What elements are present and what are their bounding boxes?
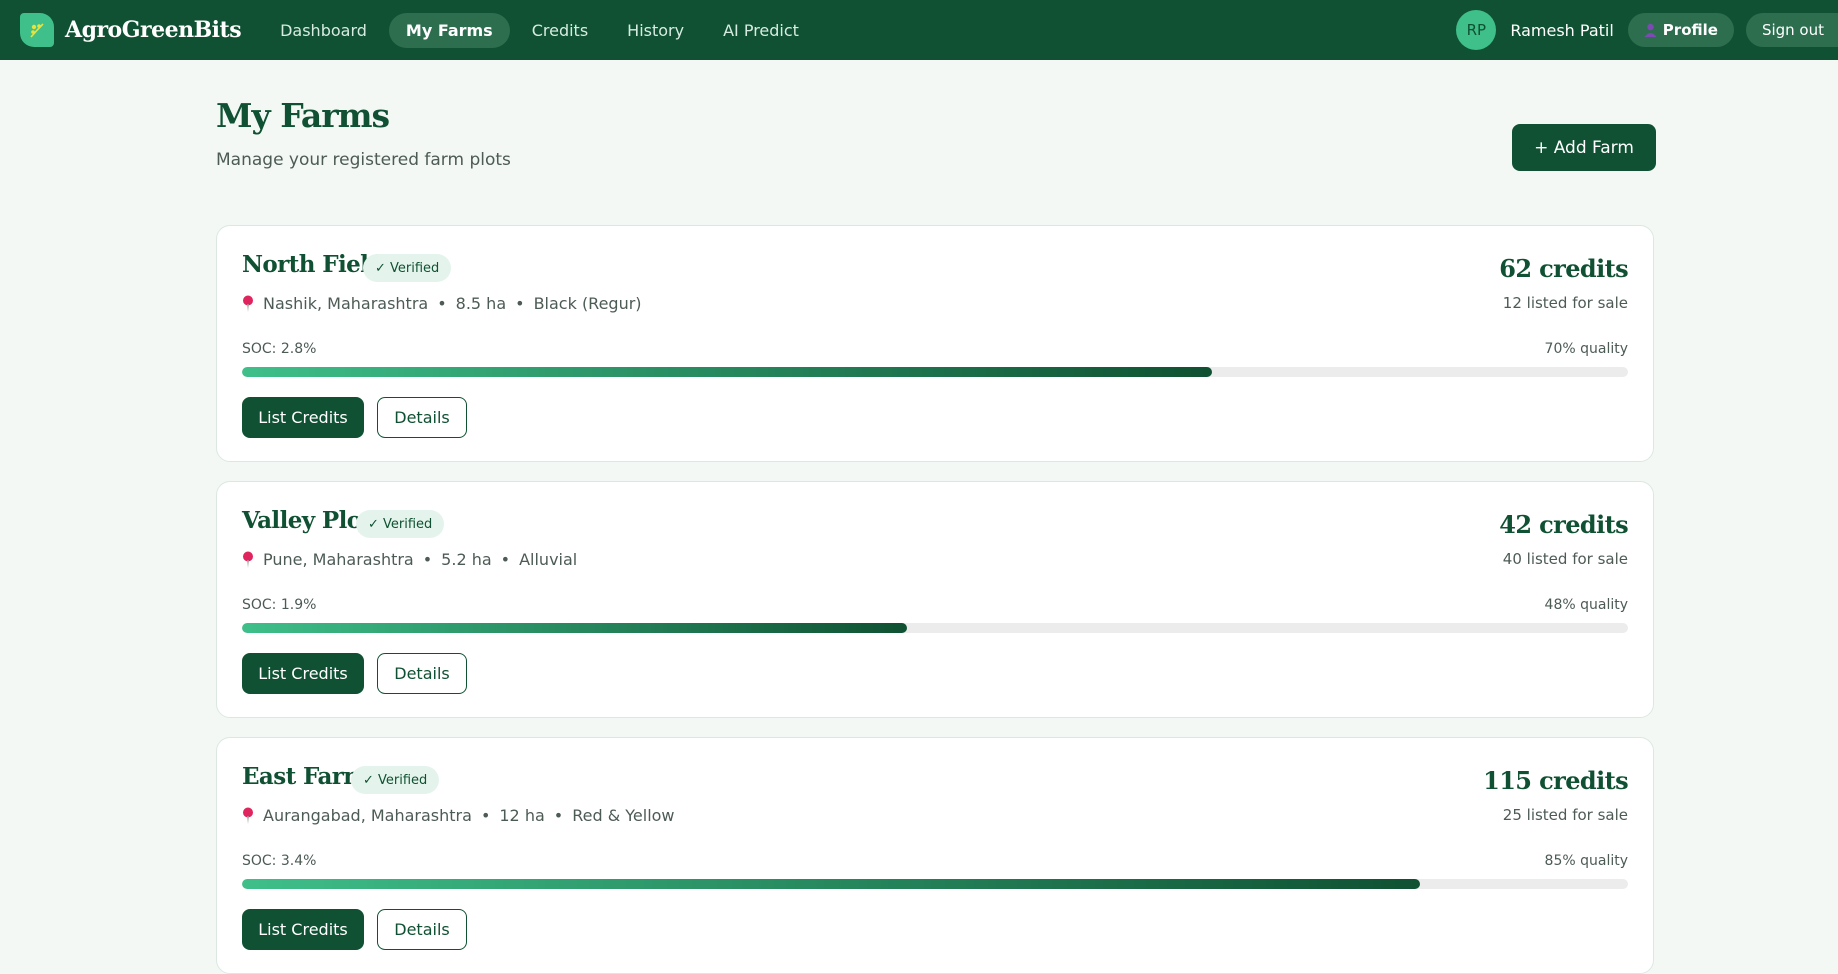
profile-button[interactable]: Profile bbox=[1627, 13, 1734, 47]
page-header: My Farms Manage your registered farm plo… bbox=[216, 60, 1656, 225]
soc-value: SOC: 2.8% bbox=[242, 341, 317, 357]
quality-progress-bar bbox=[242, 879, 1628, 889]
soc-value: SOC: 1.9% bbox=[242, 597, 317, 613]
farm-meta: Pune, Maharashtra • 5.2 ha • Alluvial bbox=[242, 550, 577, 569]
avatar[interactable]: RP bbox=[1456, 10, 1497, 50]
farm-card: Valley Plot ✓ Verified Pune, Maharashtra… bbox=[216, 481, 1654, 718]
list-credits-button[interactable]: List Credits bbox=[242, 653, 364, 694]
main-nav: Dashboard My Farms Credits History AI Pr… bbox=[263, 12, 821, 48]
page-subtitle: Manage your registered farm plots bbox=[216, 150, 511, 170]
map-pin-icon bbox=[242, 551, 254, 568]
brand[interactable]: AgroGreenBits bbox=[20, 13, 242, 47]
farm-meta: Nashik, Maharashtra • 8.5 ha • Black (Re… bbox=[242, 294, 642, 313]
map-pin-icon bbox=[242, 807, 254, 824]
verified-badge: ✓ Verified bbox=[363, 254, 452, 282]
farm-location: Aurangabad, Maharashtra bbox=[263, 806, 472, 825]
details-button[interactable]: Details bbox=[377, 397, 467, 438]
farm-soil: Alluvial bbox=[519, 550, 578, 569]
map-pin-icon bbox=[242, 295, 254, 312]
nav-history[interactable]: History bbox=[610, 13, 701, 48]
page-title: My Farms bbox=[216, 96, 390, 135]
farm-meta: Aurangabad, Maharashtra • 12 ha • Red & … bbox=[242, 806, 675, 825]
main-content: My Farms Manage your registered farm plo… bbox=[216, 60, 1656, 974]
nav-ai-predict[interactable]: AI Predict bbox=[706, 13, 816, 48]
quality-value: 70% quality bbox=[1544, 341, 1628, 357]
credits-total: 115 credits bbox=[1483, 766, 1628, 795]
farm-location: Pune, Maharashtra bbox=[263, 550, 414, 569]
nav-my-farms[interactable]: My Farms bbox=[388, 12, 510, 48]
credits-listed: 25 listed for sale bbox=[1502, 806, 1628, 824]
farm-soil: Black (Regur) bbox=[533, 294, 642, 313]
credits-total: 42 credits bbox=[1499, 510, 1628, 539]
details-button[interactable]: Details bbox=[377, 653, 467, 694]
quality-progress-bar bbox=[242, 623, 1628, 633]
add-farm-button[interactable]: + Add Farm bbox=[1512, 124, 1656, 171]
quality-progress-fill bbox=[242, 623, 908, 633]
details-button[interactable]: Details bbox=[377, 909, 467, 950]
quality-progress-bar bbox=[242, 367, 1628, 377]
list-credits-button[interactable]: List Credits bbox=[242, 397, 364, 438]
user-name: Ramesh Patil bbox=[1510, 20, 1614, 40]
user-area: RP Ramesh Patil Profile Sign out bbox=[1456, 0, 1838, 60]
credits-listed: 40 listed for sale bbox=[1502, 550, 1628, 568]
quality-value: 48% quality bbox=[1544, 597, 1628, 613]
credits-listed: 12 listed for sale bbox=[1502, 294, 1628, 312]
farm-area: 8.5 ha bbox=[455, 294, 507, 313]
farm-card: East Farm ✓ Verified Aurangabad, Maharas… bbox=[216, 737, 1654, 974]
farm-soil: Red & Yellow bbox=[572, 806, 675, 825]
quality-value: 85% quality bbox=[1544, 853, 1628, 869]
person-icon bbox=[1644, 23, 1657, 37]
nav-dashboard[interactable]: Dashboard bbox=[263, 13, 384, 48]
farm-card: North Field ✓ Verified Nashik, Maharasht… bbox=[216, 225, 1654, 462]
verified-badge: ✓ Verified bbox=[356, 510, 445, 538]
farm-name: Valley Plot bbox=[242, 507, 372, 534]
farm-location: Nashik, Maharashtra bbox=[263, 294, 429, 313]
quality-progress-fill bbox=[242, 367, 1213, 377]
soc-value: SOC: 3.4% bbox=[242, 853, 317, 869]
farm-name: East Farm bbox=[242, 763, 368, 790]
top-navigation-bar: AgroGreenBits Dashboard My Farms Credits… bbox=[0, 0, 1838, 60]
farm-area: 12 ha bbox=[499, 806, 545, 825]
quality-progress-fill bbox=[242, 879, 1421, 889]
verified-badge: ✓ Verified bbox=[351, 766, 440, 794]
brand-name: AgroGreenBits bbox=[65, 17, 242, 43]
sign-out-button[interactable]: Sign out bbox=[1745, 13, 1838, 47]
leaf-logo-icon bbox=[20, 13, 54, 47]
farm-area: 5.2 ha bbox=[441, 550, 492, 569]
nav-credits[interactable]: Credits bbox=[515, 13, 605, 48]
profile-label: Profile bbox=[1662, 21, 1718, 39]
list-credits-button[interactable]: List Credits bbox=[242, 909, 364, 950]
credits-total: 62 credits bbox=[1499, 254, 1628, 283]
